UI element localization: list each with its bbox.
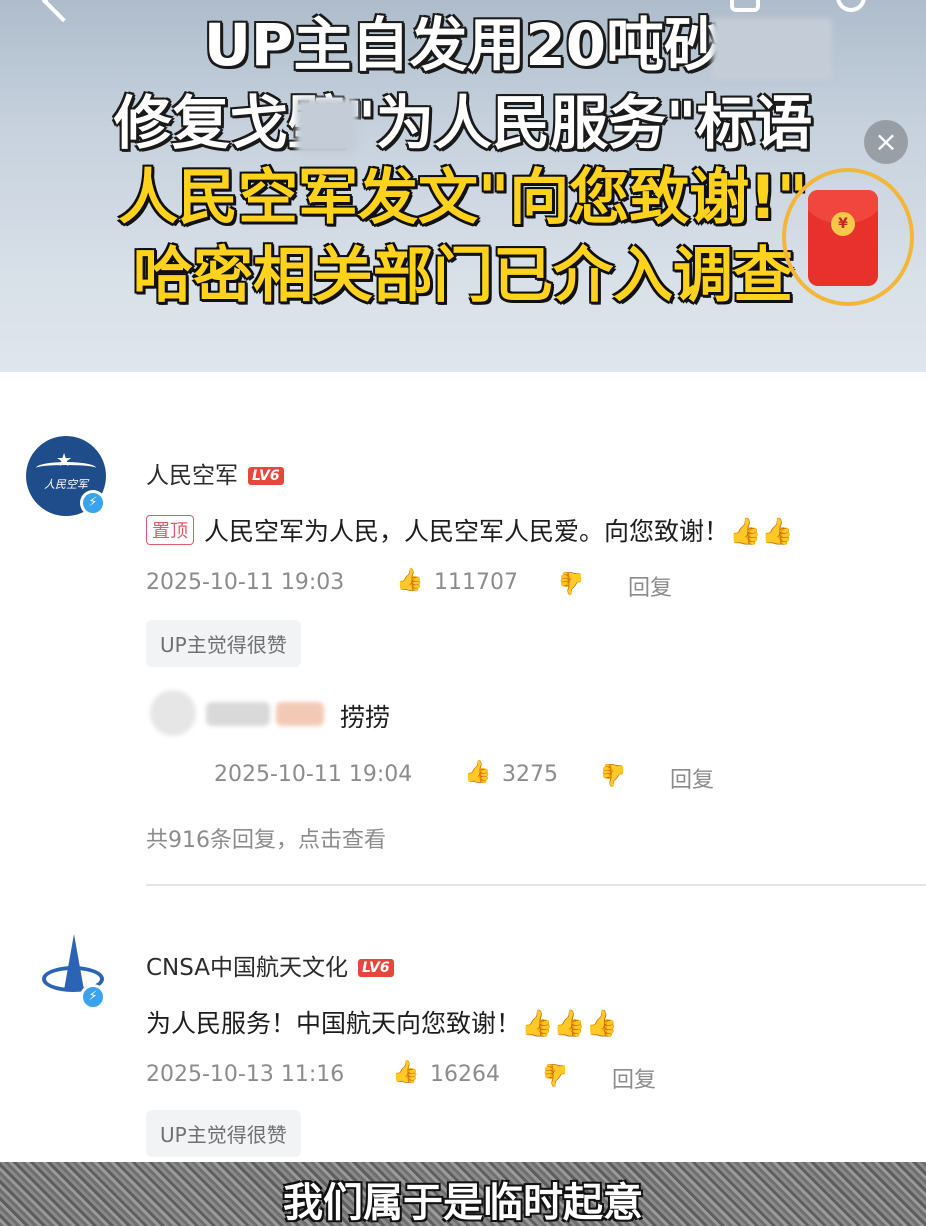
up-liked-tag: UP主觉得很赞 (146, 620, 301, 667)
video-subtitle: 我们属于是临时起意 (283, 1180, 643, 1226)
username[interactable]: 人民空军 LV6 (146, 456, 284, 490)
view-replies-link[interactable]: 共916条回复，点击查看 (146, 822, 386, 854)
blurred-text-patch (712, 18, 832, 80)
like-icon[interactable]: 👍 (464, 760, 491, 785)
headline-line-2: 修复戈壁"为人民服务"标语 (113, 89, 813, 157)
verified-badge-icon: ⚡ (80, 984, 106, 1010)
like-count: 111707 (434, 570, 518, 595)
close-icon[interactable]: × (864, 120, 908, 164)
share-icon[interactable] (730, 0, 760, 12)
red-packet-icon[interactable]: ¥ (808, 190, 878, 286)
dislike-icon[interactable]: 👍 (600, 762, 627, 787)
thumbs-up-emoji-icon: 👍👍 (729, 517, 794, 547)
reply-like-count: 3275 (502, 762, 558, 787)
search-icon[interactable] (836, 0, 866, 12)
comment-text: 为人民服务！中国航天向您致谢！👍👍👍 (146, 1004, 618, 1040)
reply-avatar[interactable] (150, 690, 196, 736)
dislike-icon[interactable]: 👍 (558, 570, 585, 595)
like-icon[interactable]: 👍 (396, 568, 423, 593)
blurred-text-patch (296, 98, 358, 154)
level-badge: LV6 (248, 467, 284, 485)
comment-text: 置顶 人民空军为人民，人民空军人民爱。向您致谢！👍👍 (146, 512, 794, 548)
reply-button[interactable]: 回复 (670, 762, 714, 794)
divider (146, 884, 926, 886)
like-icon[interactable]: 👍 (392, 1060, 419, 1085)
reply-button[interactable]: 回复 (628, 570, 672, 602)
star-icon: ★ (56, 450, 73, 471)
verified-badge-icon: ⚡ (80, 490, 106, 516)
thumbs-up-emoji-icon: 👍👍👍 (521, 1009, 619, 1039)
username-text: 人民空军 (146, 463, 238, 489)
video-banner: UP主自发用20吨砂 修复戈壁"为人民服务"标语 人民空军发文"向您致谢!" 哈… (0, 0, 926, 372)
dislike-icon[interactable]: 👍 (542, 1062, 569, 1087)
blurred-username (276, 702, 324, 726)
reply-time: 2025-10-11 19:04 (214, 762, 413, 787)
comment-panel: ★ 人民空军 ⚡ 人民空军 LV6 置顶 人民空军为人民，人民空军人民爱。向您致谢！… (0, 372, 926, 1162)
comment-time: 2025-10-13 11:16 (146, 1062, 345, 1087)
pinned-badge: 置顶 (146, 515, 194, 545)
reply-text: 捞捞 (340, 703, 391, 732)
username[interactable]: CNSA中国航天文化 LV6 (146, 948, 394, 982)
comment-time: 2025-10-11 19:03 (146, 570, 345, 595)
comment-body: 人民空军为人民，人民空军人民爱。向您致谢！ (204, 517, 730, 546)
comment-body: 为人民服务！中国航天向您致谢！ (146, 1009, 522, 1038)
like-count: 16264 (430, 1062, 500, 1087)
reply-button[interactable]: 回复 (612, 1062, 656, 1094)
username-text: CNSA中国航天文化 (146, 955, 349, 981)
up-liked-tag: UP主觉得很赞 (146, 1110, 301, 1157)
red-packet-seal: ¥ (831, 212, 855, 236)
blurred-username (206, 702, 270, 726)
level-badge: LV6 (358, 959, 394, 977)
